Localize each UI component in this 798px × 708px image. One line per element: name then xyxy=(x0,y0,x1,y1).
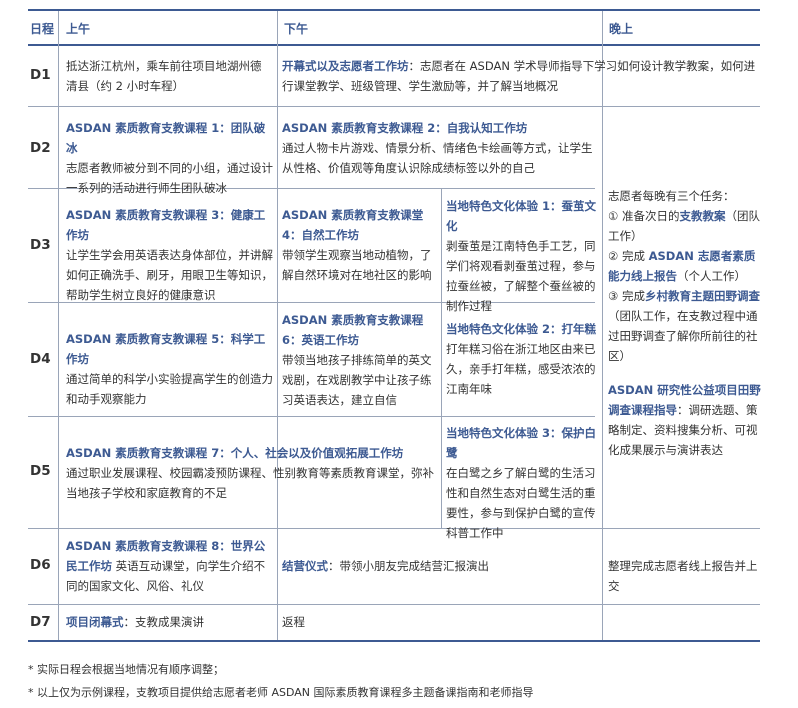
row-rule-d4 xyxy=(28,416,595,417)
d5-morning: ASDAN 素质教育支教课程 7：个人、社会以及价值观拓展工作坊 通过职业发展课… xyxy=(66,443,438,503)
evening-intro: 志愿者每晚有三个任务： xyxy=(608,189,735,203)
d1-afternoon: 开幕式以及志愿者工作坊：志愿者在 ASDAN 学术导师指导下学习如何设计教学教案… xyxy=(282,56,762,96)
col-rule-4 xyxy=(602,11,603,640)
task1-pre: ① 准备次日的 xyxy=(608,209,680,223)
d2-morning: ASDAN 素质教育支教课程 1：团队破冰 志愿者教师被分到不同的小组，通过设计… xyxy=(66,118,274,198)
d6-afternoon-text: ：带领小朋友完成结营汇报演出 xyxy=(328,559,489,573)
d5-culture: 当地特色文化体验 3：保护白鹭 在白鹭之乡了解白鹭的生活习性和自然生态对白鹭生活… xyxy=(446,423,598,543)
col-rule-2 xyxy=(277,11,278,640)
d3-morning-title: ASDAN 素质教育支教课程 3：健康工作坊 xyxy=(66,208,266,242)
d4-afternoon-text: 带领当地孩子排练简单的英文戏剧，在戏剧教学中让孩子练习英语表达，建立自信 xyxy=(282,353,432,407)
d1-morning: 抵达浙江杭州，乘车前往项目地湖州德清县（约 2 小时车程） xyxy=(66,56,271,96)
day-label-d7: D7 xyxy=(30,614,51,630)
d3-afternoon: ASDAN 素质教育支教课堂 4：自然工作坊 带领学生观察当地动植物，了解自然环… xyxy=(282,205,438,285)
d3-morning: ASDAN 素质教育支教课程 3：健康工作坊 让学生学会用英语表达身体部位，并讲… xyxy=(66,205,274,305)
d4-afternoon-title: ASDAN 素质教育支教课程 6：英语工作坊 xyxy=(282,313,424,347)
d2-afternoon-title: ASDAN 素质教育支教课程 2：自我认知工作坊 xyxy=(282,121,528,135)
d4-culture: 当地特色文化体验 2：打年糕 打年糕习俗在浙江地区由来已久，亲手打年糕，感受浓浓… xyxy=(446,319,598,399)
evening-tasks: 志愿者每晚有三个任务： ① 准备次日的支教教案（团队工作） ② 完成 ASDAN… xyxy=(608,186,762,460)
d3-afternoon-text: 带领学生观察当地动植物，了解自然环境对在地社区的影响 xyxy=(282,248,432,282)
day-label-d2: D2 xyxy=(30,140,51,156)
d6-afternoon-title: 结营仪式 xyxy=(282,559,328,573)
evening-task-2: ② 完成 ASDAN 志愿者素质能力线上报告（个人工作） xyxy=(608,246,762,286)
evening-task-1: ① 准备次日的支教教案（团队工作） xyxy=(608,206,762,246)
row-rule-d5 xyxy=(28,528,760,529)
d7-morning-text: ：支教成果演讲 xyxy=(123,615,205,629)
table-bottom-rule xyxy=(28,640,760,642)
header-evening: 晚上 xyxy=(609,22,634,36)
d4-morning-title: ASDAN 素质教育支教课程 5：科学工作坊 xyxy=(66,332,266,366)
day-label-d1: D1 xyxy=(30,67,51,83)
day-label-d3: D3 xyxy=(30,237,51,253)
d3-culture: 当地特色文化体验 1：蚕茧文化 剥蚕茧是江南特色手工艺，同学们将观看剥蚕茧过程，… xyxy=(446,196,598,316)
d3-culture-text: 剥蚕茧是江南特色手工艺，同学们将观看剥蚕茧过程，参与拉蚕丝被，了解整个蚕丝被的制… xyxy=(446,239,596,313)
d2-afternoon: ASDAN 素质教育支教课程 2：自我认知工作坊 通过人物卡片游戏、情景分析、情… xyxy=(282,118,597,178)
d4-culture-text: 打年糕习俗在浙江地区由来已久，亲手打年糕，感受浓浓的江南年味 xyxy=(446,342,596,396)
d7-morning-title: 项目闭幕式 xyxy=(66,615,124,629)
day-label-d4: D4 xyxy=(30,351,51,367)
d5-morning-text: 通过职业发展课程、校园霸凌预防课程、性别教育等素质教育课堂，弥补当地孩子学校和家… xyxy=(66,466,434,500)
task3-pre: ③ 完成 xyxy=(608,289,645,303)
row-rule-d1 xyxy=(28,106,760,107)
col-rule-3 xyxy=(441,188,442,528)
header-afternoon: 下午 xyxy=(284,22,309,36)
d3-culture-title: 当地特色文化体验 1：蚕茧文化 xyxy=(446,199,597,233)
footnote-2: * 以上仅为示例课程，支教项目提供给志愿者老师 ASDAN 国际素质教育课程多主… xyxy=(28,686,534,699)
day-label-d6: D6 xyxy=(30,557,51,573)
d6-afternoon: 结营仪式：带领小朋友完成结营汇报演出 xyxy=(282,556,597,576)
task1-bold: 支教教案 xyxy=(679,209,726,223)
d1-afternoon-title: 开幕式以及志愿者工作坊 xyxy=(282,59,409,73)
task3-bold: 乡村教育主题田野调查 xyxy=(644,289,760,303)
d7-afternoon: 返程 xyxy=(282,615,305,629)
task3-post: （团队工作，在支教过程中通过田野调查了解你所前往的社区） xyxy=(608,309,758,363)
evening-task-3: ③ 完成乡村教育主题田野调查 （团队工作，在支教过程中通过田野调查了解你所前往的社… xyxy=(608,286,762,366)
d3-afternoon-title: ASDAN 素质教育支教课堂 4：自然工作坊 xyxy=(282,208,424,242)
d4-morning-text: 通过简单的科学小实验提高学生的创造力和动手观察能力 xyxy=(66,372,273,406)
d4-morning: ASDAN 素质教育支教课程 5：科学工作坊 通过简单的科学小实验提高学生的创造… xyxy=(66,329,274,409)
d2-morning-title: ASDAN 素质教育支教课程 1：团队破冰 xyxy=(66,121,266,155)
header-morning: 上午 xyxy=(66,22,91,36)
d5-culture-title: 当地特色文化体验 3：保护白鹭 xyxy=(446,426,597,460)
header-rule xyxy=(28,44,760,46)
row-rule-d6 xyxy=(28,604,760,605)
footnote-1: * 实际日程会根据当地情况有顺序调整； xyxy=(28,663,224,676)
d7-morning: 项目闭幕式：支教成果演讲 xyxy=(66,612,274,632)
d1-morning-text: 抵达浙江杭州，乘车前往项目地湖州德清县（约 2 小时车程） xyxy=(66,59,262,93)
evening-research: ASDAN 研究性公益项目田野调查课程指导：调研选题、策略制定、资料搜集分析、可… xyxy=(608,380,762,460)
d4-culture-title: 当地特色文化体验 2：打年糕 xyxy=(446,322,597,336)
header-day: 日程 xyxy=(30,22,55,36)
d5-morning-title: ASDAN 素质教育支教课程 7：个人、社会以及价值观拓展工作坊 xyxy=(66,446,404,460)
task2-post: （个人工作） xyxy=(677,269,746,283)
d3-morning-text: 让学生学会用英语表达身体部位，并讲解如何正确洗手、刷牙，用眼卫生等知识，帮助学生… xyxy=(66,248,273,302)
d5-culture-text: 在白鹭之乡了解白鹭的生活习性和自然生态对白鹭生活的重要性，参与到保护白鹭的宣传科… xyxy=(446,466,596,540)
table-top-rule xyxy=(28,9,760,11)
day-label-d5: D5 xyxy=(30,463,51,479)
col-rule-1 xyxy=(58,11,59,640)
d6-morning: ASDAN 素质教育支教课程 8：世界公民工作坊 英语互动课堂，向学生介绍不同的… xyxy=(66,536,274,596)
d4-afternoon: ASDAN 素质教育支教课程 6：英语工作坊 带领当地孩子排练简单的英文戏剧，在… xyxy=(282,310,438,410)
d2-afternoon-text: 通过人物卡片游戏、情景分析、情绪色卡绘画等方式，让学生从性格、价值观等角度认识除… xyxy=(282,141,593,175)
task2-pre: ② 完成 xyxy=(608,249,645,263)
d6-evening: 整理完成志愿者线上报告并上交 xyxy=(608,559,758,593)
d2-morning-text: 志愿者教师被分到不同的小组，通过设计一系列的活动进行师生团队破冰 xyxy=(66,161,273,195)
